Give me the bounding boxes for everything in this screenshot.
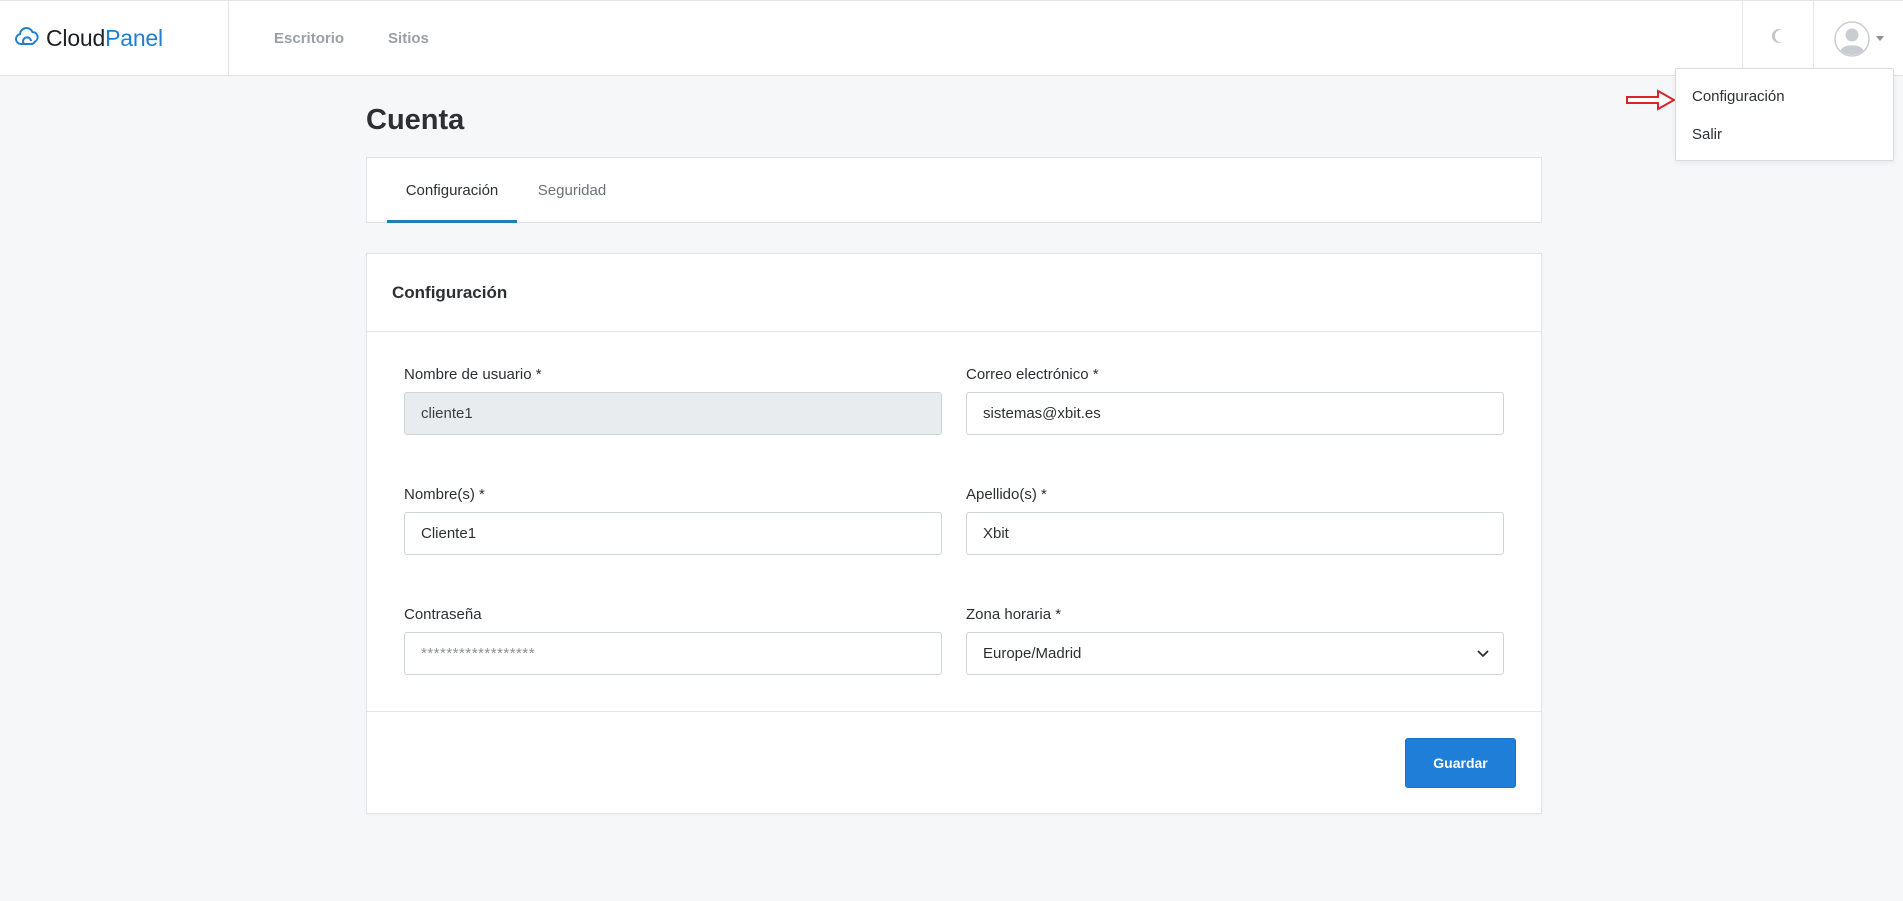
moon-icon	[1769, 27, 1787, 50]
first-name-field[interactable]	[404, 512, 942, 555]
password-field[interactable]	[404, 632, 942, 675]
page-title: Cuenta	[366, 104, 465, 136]
email-label: Correo electrónico *	[966, 366, 1099, 383]
tab-seguridad[interactable]: Seguridad	[527, 158, 617, 223]
first-name-field-group: Nombre(s) *	[404, 486, 942, 555]
chevron-down-icon	[1477, 650, 1489, 658]
chevron-down-icon	[1875, 36, 1884, 41]
email-field-group: Correo electrónico *	[966, 366, 1504, 435]
main-nav: Escritorio Sitios	[274, 1, 429, 76]
nav-sitios[interactable]: Sitios	[388, 30, 429, 47]
password-field-group: Contraseña	[404, 606, 942, 675]
brand-panel: Panel	[105, 25, 163, 51]
theme-toggle-button[interactable]	[1742, 1, 1814, 76]
timezone-select[interactable]: Europe/Madrid	[966, 632, 1504, 675]
settings-form-card: Configuración Nombre de usuario * Correo…	[366, 253, 1542, 814]
account-tabs: Configuración Seguridad	[366, 157, 1542, 223]
username-field[interactable]	[404, 392, 942, 435]
username-field-group: Nombre de usuario *	[404, 366, 942, 435]
last-name-field[interactable]	[966, 512, 1504, 555]
brand-cloud: Cloud	[46, 25, 106, 51]
username-label: Nombre de usuario *	[404, 366, 542, 383]
cloud-icon	[13, 22, 46, 55]
timezone-select-value: Europe/Madrid	[966, 632, 1504, 675]
last-name-field-group: Apellido(s) *	[966, 486, 1504, 555]
dropdown-item-configuracion[interactable]: Configuración	[1676, 87, 1893, 125]
dropdown-item-salir[interactable]: Salir	[1676, 125, 1893, 163]
annotation-arrow-icon	[1626, 89, 1676, 111]
user-menu-toggle[interactable]	[1814, 1, 1903, 76]
email-field[interactable]	[966, 392, 1504, 435]
card-footer: Guardar	[367, 711, 1541, 813]
card-title: Configuración	[367, 254, 1541, 332]
timezone-field-group: Zona horaria * Europe/Madrid	[966, 606, 1504, 675]
password-label: Contraseña	[404, 606, 482, 623]
brand-logo[interactable]: CloudPanel	[0, 1, 229, 76]
timezone-label: Zona horaria *	[966, 606, 1062, 623]
first-name-label: Nombre(s) *	[404, 486, 485, 503]
brand-name: CloudPanel	[46, 25, 163, 52]
save-button[interactable]: Guardar	[1405, 738, 1516, 788]
last-name-label: Apellido(s) *	[966, 486, 1047, 503]
user-avatar-icon	[1833, 20, 1870, 57]
user-dropdown-menu: Configuración Salir	[1675, 68, 1894, 161]
nav-escritorio[interactable]: Escritorio	[274, 30, 344, 47]
tab-configuracion[interactable]: Configuración	[387, 158, 517, 223]
top-header: CloudPanel Escritorio Sitios	[0, 0, 1903, 76]
